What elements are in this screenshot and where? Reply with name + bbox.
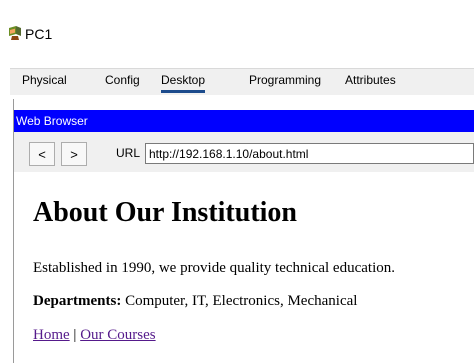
tab-attributes[interactable]: Attributes [345, 73, 396, 93]
departments-label: Departments: [33, 293, 122, 309]
browser-toolbar: < > URL [14, 132, 474, 172]
tab-bar: Physical Config Desktop Programming Attr… [10, 68, 474, 95]
url-input[interactable] [145, 143, 474, 164]
departments-value: Computer, IT, Electronics, Mechanical [121, 293, 358, 309]
home-link[interactable]: Home [33, 327, 70, 343]
back-button[interactable]: < [29, 142, 55, 166]
our-courses-link[interactable]: Our Courses [80, 327, 155, 343]
page-paragraph: Established in 1990, we provide quality … [33, 260, 395, 276]
window-titlebar: PC1 [0, 0, 474, 52]
forward-button[interactable]: > [61, 142, 87, 166]
tab-desktop[interactable]: Desktop [161, 73, 206, 93]
web-page-content: About Our Institution Established in 199… [14, 172, 474, 363]
departments-line: Departments: Computer, IT, Electronics, … [33, 293, 357, 310]
page-heading: About Our Institution [33, 197, 298, 228]
link-separator: | [69, 327, 81, 343]
window-title: PC1 [25, 26, 53, 42]
url-label: URL [116, 146, 141, 160]
browser-titlebar: Web Browser [14, 110, 474, 132]
tab-config[interactable]: Config [105, 73, 140, 93]
tab-physical[interactable]: Physical [22, 73, 67, 93]
page-links: Home | Our Courses [33, 327, 156, 344]
tab-programming[interactable]: Programming [249, 73, 321, 93]
pc-device-icon [9, 26, 21, 40]
